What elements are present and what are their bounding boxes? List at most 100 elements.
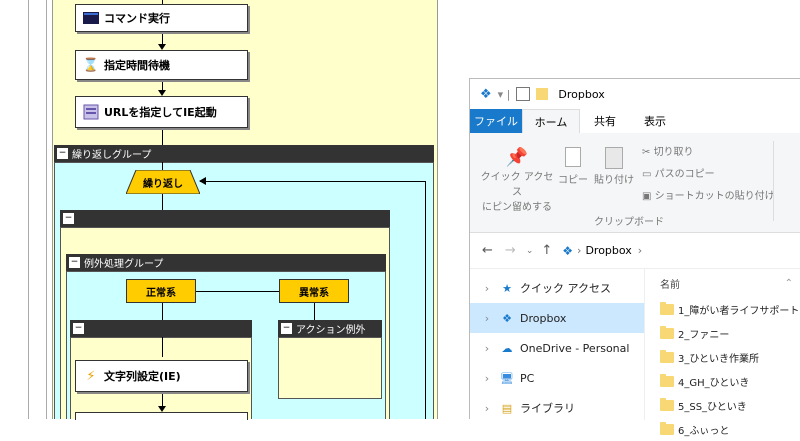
cut-button[interactable]: ✂ 切り取り: [642, 143, 694, 158]
dropbox-icon: ❖: [480, 86, 492, 102]
nav-item-pc[interactable]: › 🖥 PC: [470, 363, 644, 393]
cloud-icon: ☁: [501, 341, 513, 355]
list-item[interactable]: 4_GH_ひといき: [652, 369, 800, 393]
scissors-icon: ✂: [642, 147, 654, 158]
nav-item-onedrive[interactable]: › ☁ OneDrive - Personal: [470, 333, 644, 363]
terminal-icon: [82, 9, 100, 27]
expand-chevron-icon[interactable]: ›: [480, 312, 494, 325]
loop-back-line: [425, 181, 426, 419]
expand-chevron-icon[interactable]: ›: [480, 282, 494, 295]
node-command-exec[interactable]: コマンド実行: [75, 4, 248, 32]
node-string-set[interactable]: ⚡ 文字列設定(IE): [75, 360, 248, 392]
tab-view[interactable]: 表示: [630, 109, 680, 133]
connector-line: [314, 303, 315, 320]
collapse-icon[interactable]: −: [63, 213, 74, 224]
ie-icon: [82, 103, 100, 121]
ribbon-label: コピー: [558, 175, 588, 186]
expand-chevron-icon[interactable]: ›: [480, 402, 494, 415]
node-wait[interactable]: ⌛ 指定時間待機: [75, 50, 248, 80]
paste-shortcut-button[interactable]: ▣ ショートカットの貼り付け: [642, 187, 775, 202]
tab-label: ファイル: [474, 115, 518, 128]
ribbon-label: にピン留めする: [482, 202, 552, 213]
new-folder-icon[interactable]: [536, 88, 549, 100]
abnormal-branch-button[interactable]: 異常系: [279, 279, 349, 303]
expand-chevron-icon[interactable]: ›: [480, 372, 494, 385]
clipboard-icon: [605, 147, 623, 169]
file-name: 1_障がい者ライフサポート: [678, 305, 800, 317]
exception-group-header[interactable]: − 例外処理グループ: [66, 254, 386, 271]
connector-line: [162, 337, 163, 357]
collapse-icon[interactable]: −: [57, 148, 68, 159]
back-arrow-icon[interactable]: ←: [482, 243, 493, 258]
folder-icon: [660, 397, 674, 411]
tab-home[interactable]: ホーム: [522, 109, 580, 134]
navigation-pane: › ★ クイック アクセス › ❖ Dropbox › ☁ OneDrive -…: [470, 269, 645, 420]
file-name: 6_ふぃっと: [678, 425, 730, 437]
group-title: 繰り返しグループ: [72, 150, 152, 161]
node-ie-launch[interactable]: URLを指定してIE起動: [75, 96, 248, 128]
collapse-icon[interactable]: −: [69, 257, 80, 268]
collapse-icon[interactable]: −: [73, 323, 84, 334]
path-separator[interactable]: ›: [638, 244, 642, 257]
loop-group-header[interactable]: − 繰り返しグループ: [54, 145, 434, 162]
nav-item-dropbox[interactable]: › ❖ Dropbox: [470, 303, 644, 333]
list-item[interactable]: 6_ふぃっと: [652, 417, 800, 441]
tab-label: ホーム: [534, 116, 568, 129]
group-title: アクション例外: [296, 325, 366, 336]
expand-chevron-icon[interactable]: ›: [480, 342, 494, 355]
tab-share[interactable]: 共有: [580, 109, 630, 133]
forward-arrow-icon[interactable]: →: [505, 243, 516, 258]
nav-label: PC: [520, 371, 535, 385]
properties-icon[interactable]: [516, 87, 531, 101]
tab-label: 共有: [594, 115, 616, 128]
recent-chevron-icon[interactable]: ⌄: [526, 246, 534, 256]
folder-icon: [660, 373, 674, 387]
folder-icon: [660, 421, 674, 435]
address-path[interactable]: Dropbox: [585, 244, 631, 257]
ribbon-divider: [773, 141, 774, 221]
pc-icon: 🖥: [500, 371, 514, 385]
file-list: 名前 ⌃ 1_障がい者ライフサポート 2_ファニー 3_ひといき作業所 4_GH…: [652, 269, 800, 437]
copy-icon: [565, 147, 581, 167]
connector-line: [162, 130, 163, 145]
collapse-icon[interactable]: −: [281, 323, 292, 334]
normal-group-header[interactable]: −: [70, 320, 252, 337]
hourglass-icon: ⌛: [82, 57, 100, 73]
normal-branch-button[interactable]: 正常系: [126, 279, 196, 303]
column-header-label: 名前: [660, 279, 680, 291]
node-label: 文字列設定(IE): [104, 370, 181, 383]
lightning-icon: ⚡: [86, 368, 96, 384]
file-name: 4_GH_ひといき: [678, 377, 750, 389]
star-icon: ★: [502, 281, 512, 295]
nav-label: ライブラリ: [520, 402, 575, 415]
arrow-head: [199, 177, 206, 185]
tab-file[interactable]: ファイル: [470, 109, 522, 133]
loop-back-line: [200, 181, 425, 182]
group-title: 例外処理グループ: [84, 259, 164, 270]
nav-item-quick-access[interactable]: › ★ クイック アクセス: [470, 273, 644, 303]
list-item[interactable]: 3_ひといき作業所: [652, 345, 800, 369]
inner-group-header[interactable]: −: [60, 210, 390, 227]
paste-button[interactable]: 貼り付け: [592, 147, 636, 186]
loop-label: 繰り返し: [143, 178, 183, 190]
branch-line: [196, 291, 279, 292]
list-item[interactable]: 1_障がい者ライフサポート: [652, 297, 800, 321]
pin-quick-access-button[interactable]: 📌 クイック アクセス にピン留めする: [478, 147, 556, 213]
up-arrow-icon[interactable]: ↑: [541, 243, 552, 258]
copy-path-button[interactable]: ▭ パスのコピー: [642, 165, 715, 180]
path-icon: ▭: [642, 169, 655, 180]
list-item[interactable]: 2_ファニー: [652, 321, 800, 345]
connector-line: [162, 162, 163, 170]
list-item[interactable]: 5_SS_ひといき: [652, 393, 800, 417]
ribbon-label: パスのコピー: [654, 169, 715, 180]
loop-node[interactable]: 繰り返し: [125, 169, 201, 195]
branch-label: 正常系: [146, 287, 176, 299]
copy-button[interactable]: コピー: [558, 147, 588, 186]
action-exception-header[interactable]: − アクション例外: [278, 320, 382, 337]
column-header-name[interactable]: 名前 ⌃: [652, 269, 800, 297]
file-name: 3_ひといき作業所: [678, 353, 760, 365]
ribbon-label: ショートカットの貼り付け: [654, 191, 775, 202]
dropbox-icon: ❖: [502, 311, 512, 325]
ribbon-home: 📌 クイック アクセス にピン留めする コピー 貼り付け ✂ 切り取り ▭ パス…: [470, 133, 800, 233]
window-title: Dropbox: [558, 87, 605, 101]
